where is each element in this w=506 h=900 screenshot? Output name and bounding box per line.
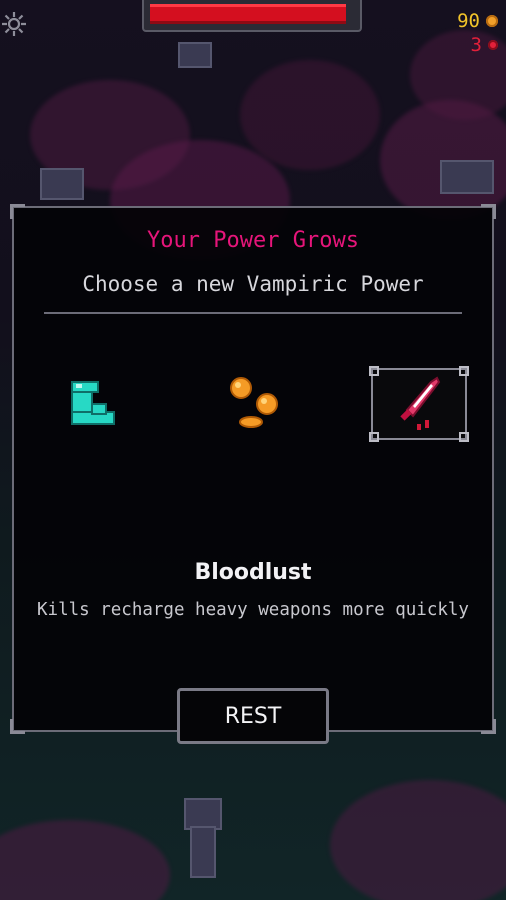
rest-button-label: REST <box>224 703 282 729</box>
stone-pillar <box>178 42 212 68</box>
health-bar <box>142 0 362 32</box>
boot-icon <box>71 381 115 425</box>
coins-icon <box>230 377 278 428</box>
power-option-blade[interactable] <box>369 366 469 442</box>
rest-button[interactable]: REST <box>177 688 329 744</box>
forest-tree <box>0 820 170 900</box>
divider <box>44 312 462 314</box>
coin-count: 90 <box>457 10 480 32</box>
health-bar-fill <box>150 4 346 24</box>
power-option-coins[interactable] <box>207 368 303 440</box>
dialog-subtitle: Choose a new Vampiric Power <box>82 272 424 296</box>
stone-pillar <box>190 826 216 878</box>
blood-drop-icon <box>488 40 498 50</box>
forest-tree <box>240 60 380 170</box>
forest-tree <box>330 780 506 900</box>
dialog-title: Your Power Grows <box>147 228 359 253</box>
blood-counter: 3 <box>471 34 498 56</box>
gear-icon <box>2 12 26 36</box>
coin-icon <box>486 15 498 27</box>
selected-power-description: Kills recharge heavy weapons more quickl… <box>37 600 469 620</box>
selected-power-name: Bloodlust <box>194 560 312 585</box>
power-option-boot[interactable] <box>44 368 140 440</box>
coin-counter: 90 <box>457 10 498 32</box>
stone-pillar <box>40 168 84 200</box>
stone-pillar <box>440 160 494 194</box>
settings-button[interactable] <box>0 8 30 38</box>
power-selection-dialog: Your Power Grows Choose a new Vampiric P… <box>10 204 496 734</box>
blood-count: 3 <box>470 34 482 56</box>
blade-icon <box>400 376 441 430</box>
